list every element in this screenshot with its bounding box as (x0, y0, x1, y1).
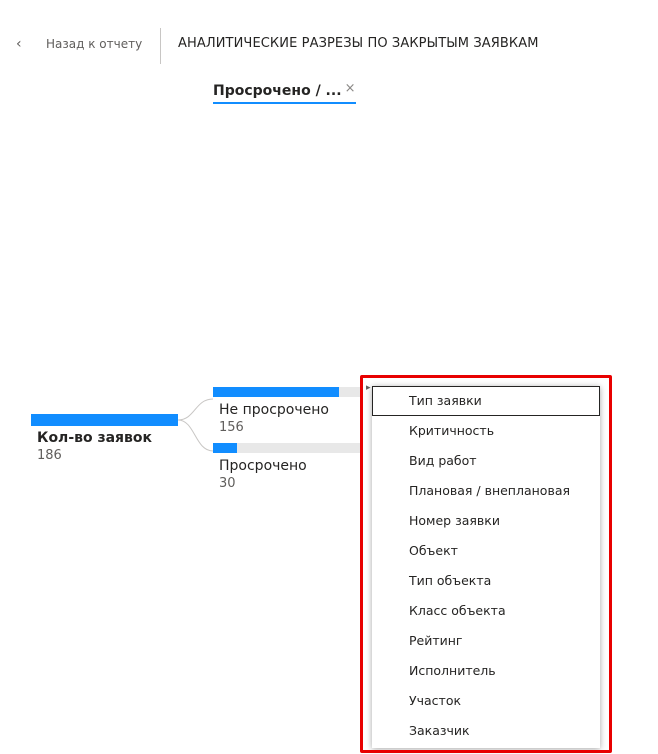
node-label-not-overdue[interactable]: Не просрочено (219, 402, 329, 418)
node-bar-fill (213, 387, 339, 397)
root-node-value: 186 (37, 448, 62, 463)
node-bar-not-overdue[interactable] (213, 387, 363, 397)
highlight-frame (360, 375, 612, 753)
filter-tab-label: Просрочено / ... (213, 83, 342, 99)
node-bar-overdue[interactable] (213, 443, 363, 453)
root-node-label: Кол-во заявок (37, 430, 153, 446)
header-divider (160, 28, 161, 64)
chevron-left-icon[interactable]: ‹ (16, 37, 28, 51)
node-value-overdue: 30 (219, 476, 236, 491)
page-title: АНАЛИТИЧЕСКИЕ РАЗРЕЗЫ ПО ЗАКРЫТЫМ ЗАЯВКА… (178, 36, 539, 51)
root-bar (31, 414, 178, 426)
node-value-not-overdue: 156 (219, 420, 244, 435)
node-bar-fill (213, 443, 237, 453)
close-icon[interactable]: × (345, 81, 356, 96)
filter-tab[interactable]: Просрочено / ... × (213, 80, 356, 104)
node-label-overdue[interactable]: Просрочено (219, 458, 307, 474)
back-to-report-link[interactable]: Назад к отчету (46, 37, 142, 51)
